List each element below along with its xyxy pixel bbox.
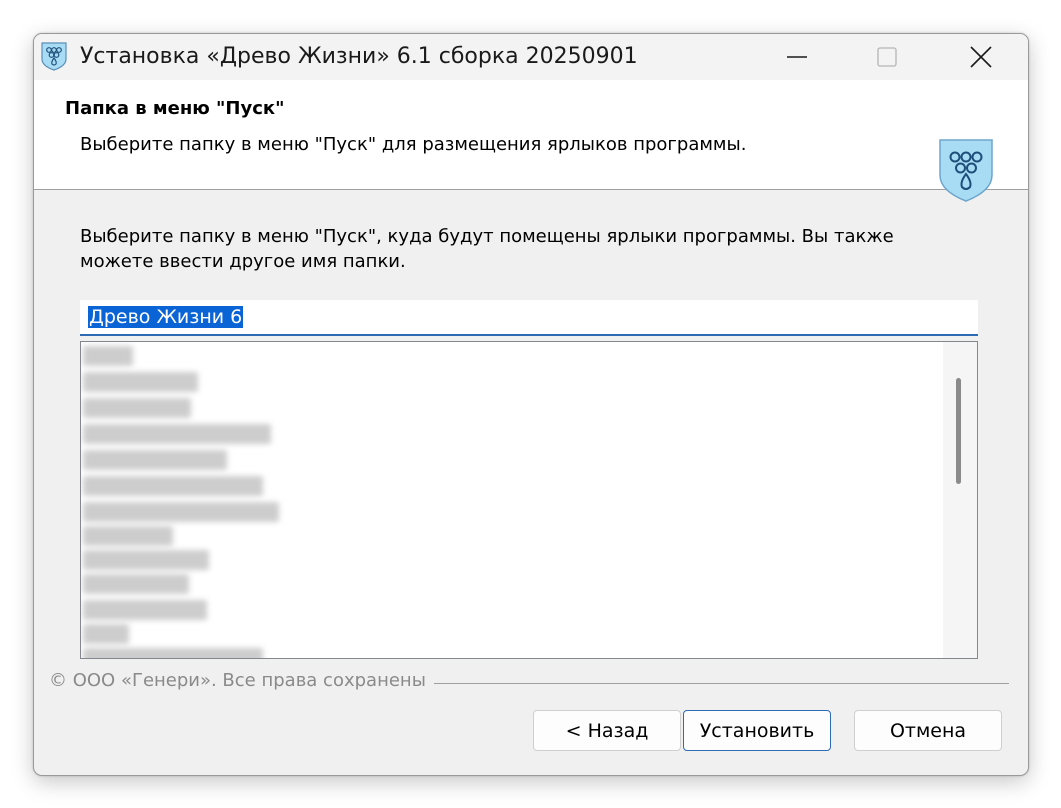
list-item[interactable]: [83, 372, 198, 392]
page-title: Папка в меню "Пуск": [65, 98, 285, 119]
page-subtitle: Выберите папку в меню "Пуск" для размеще…: [80, 134, 747, 155]
instructions-text: Выберите папку в меню "Пуск", куда будут…: [80, 226, 894, 272]
maximize-button[interactable]: [840, 34, 934, 80]
scrollbar-thumb[interactable]: [956, 378, 961, 484]
tree-of-life-logo-icon: [939, 139, 993, 202]
cancel-button[interactable]: Отмена: [854, 710, 1002, 751]
minimize-icon: [787, 56, 807, 58]
copyright-text: © ООО «Генери». Все права сохранены: [49, 670, 434, 691]
window-title: Установка «Древо Жизни» 6.1 сборка 20250…: [80, 44, 638, 69]
minimize-button[interactable]: [750, 34, 844, 80]
folder-name-selected-text: Древо Жизни 6: [88, 306, 244, 328]
app-icon: [41, 42, 67, 71]
installer-window: Установка «Древо Жизни» 6.1 сборка 20250…: [33, 33, 1029, 776]
title-bar[interactable]: Установка «Древо Жизни» 6.1 сборка 20250…: [34, 34, 1028, 80]
page-header: Папка в меню "Пуск" Выберите папку в мен…: [34, 80, 1028, 202]
list-item[interactable]: [83, 502, 279, 522]
list-item[interactable]: [83, 624, 129, 644]
list-item[interactable]: [83, 600, 207, 620]
close-icon: [970, 46, 992, 68]
list-item[interactable]: [83, 450, 227, 470]
install-button[interactable]: Установить: [683, 710, 831, 751]
list-item[interactable]: [83, 476, 263, 496]
list-item[interactable]: [83, 526, 173, 546]
list-item[interactable]: [83, 424, 271, 444]
folder-name-input[interactable]: Древо Жизни 6: [80, 300, 978, 336]
list-scrollbar[interactable]: [943, 342, 977, 658]
list-item[interactable]: [83, 550, 209, 570]
close-button[interactable]: [934, 34, 1028, 80]
list-item[interactable]: [83, 398, 191, 418]
maximize-icon: [877, 47, 897, 67]
list-item[interactable]: [83, 574, 189, 594]
list-item[interactable]: [83, 346, 133, 366]
list-item[interactable]: [83, 648, 263, 658]
back-button[interactable]: < Назад: [533, 710, 681, 751]
start-menu-folder-list[interactable]: [80, 341, 978, 659]
